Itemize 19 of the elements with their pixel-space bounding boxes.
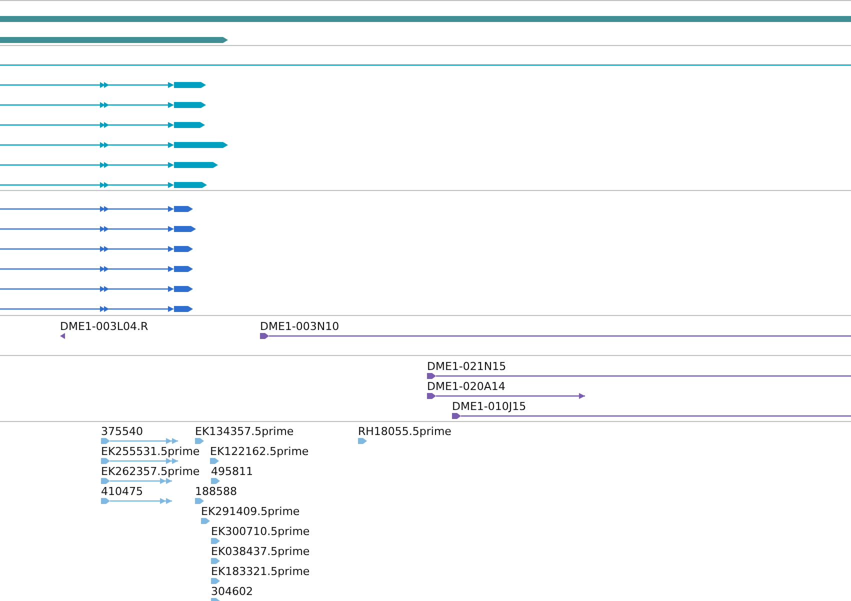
- feature-label: DME1-020A14: [427, 380, 506, 393]
- feature-label: EK134357.5prime: [195, 425, 294, 438]
- feature-label: EK300710.5prime: [211, 525, 310, 538]
- feature-label: 304602: [211, 585, 253, 598]
- feature-label: 188588: [195, 485, 237, 498]
- feature-label: 375540: [101, 425, 143, 438]
- feature-label: 410475: [101, 485, 143, 498]
- feature-label: EK291409.5prime: [201, 505, 300, 518]
- feature-label: DME1-010J15: [452, 400, 526, 413]
- feature-label: DME1-003L04.R: [60, 320, 148, 333]
- feature-label: EK183321.5prime: [211, 565, 310, 578]
- feature-label: 495811: [211, 465, 253, 478]
- feature-label: EK255531.5prime: [101, 445, 200, 458]
- feature-label: EK122162.5prime: [210, 445, 309, 458]
- feature-label: RH18055.5prime: [358, 425, 452, 438]
- feature-label: DME1-003N10: [260, 320, 340, 333]
- feature-label: EK038437.5prime: [211, 545, 310, 558]
- feature-label: EK262357.5prime: [101, 465, 200, 478]
- feature-label: DME1-021N15: [427, 360, 506, 373]
